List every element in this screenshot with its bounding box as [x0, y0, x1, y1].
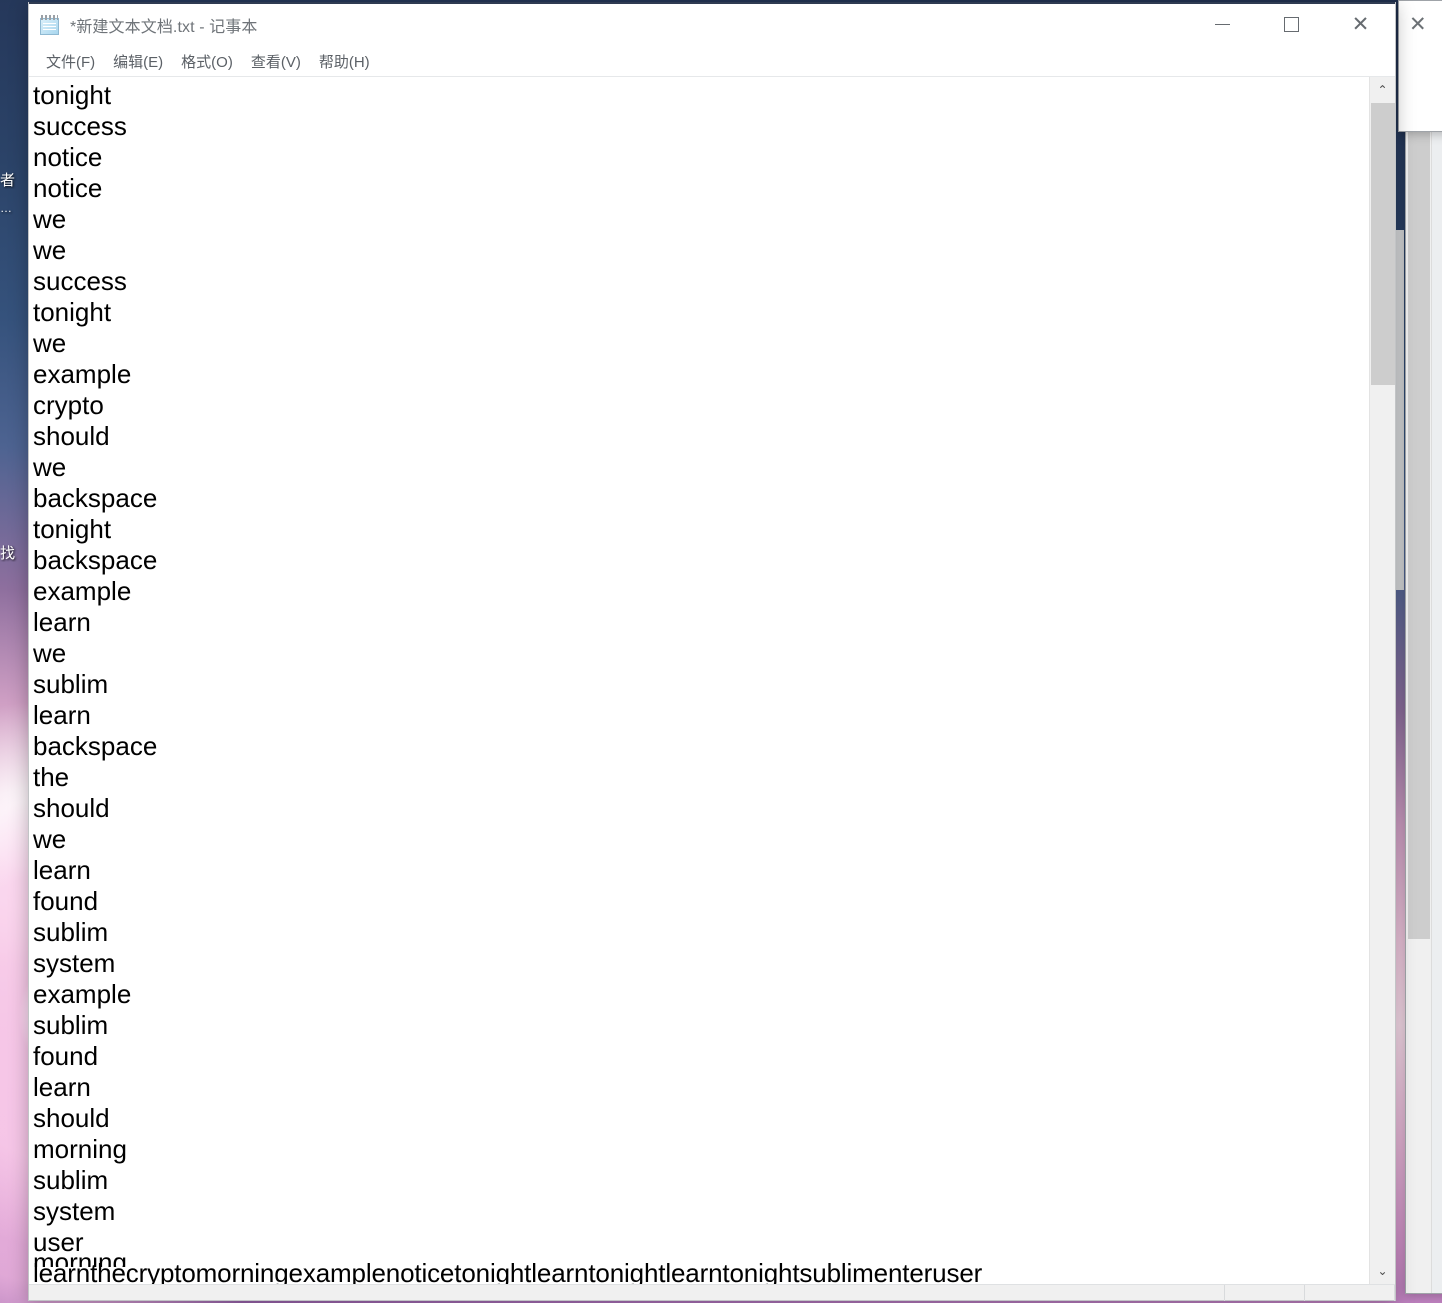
text-line: system: [33, 948, 116, 978]
status-cell-zoom: [1225, 1284, 1305, 1301]
text-line: crypto: [33, 390, 104, 420]
minimize-button[interactable]: [1188, 2, 1257, 47]
notepad-icon: [39, 14, 61, 36]
text-line: we: [33, 452, 67, 482]
background-window-near[interactable]: ✕ ⌃: [1405, 36, 1442, 1294]
text-line: should: [33, 1103, 110, 1133]
desktop-icon-label-2[interactable]: …: [0, 202, 22, 216]
text-line: morning: [33, 1134, 127, 1164]
titlebar-accent-line: [29, 2, 1395, 4]
editor-area: tonight success notice notice we we success ton…: [29, 77, 1395, 1284]
text-line: learn: [33, 607, 91, 637]
minimize-icon: [1215, 24, 1230, 25]
text-line: notice: [33, 142, 103, 172]
menu-item-file[interactable]: 文件(F): [37, 49, 104, 74]
text-line: tonight: [33, 297, 112, 327]
text-line: backspace: [33, 545, 158, 575]
status-bar: [29, 1284, 1395, 1301]
window-title: *新建文本文档.txt - 记事本: [70, 18, 258, 36]
scrollbar-thumb[interactable]: [1371, 103, 1395, 385]
text-line: tonight: [33, 80, 112, 110]
text-line: sublim: [33, 1165, 109, 1195]
text-line: we: [33, 204, 67, 234]
maximize-button[interactable]: [1257, 2, 1326, 47]
text-line: tonight: [33, 514, 112, 544]
scrollbar-thumb[interactable]: [1408, 119, 1430, 939]
close-icon: ✕: [1351, 12, 1370, 36]
text-line: backspace: [33, 731, 158, 761]
menu-item-edit[interactable]: 编辑(E): [104, 49, 172, 74]
text-line: success: [33, 111, 127, 141]
text-line: learn: [33, 700, 91, 730]
caption-buttons: ✕: [1188, 2, 1395, 47]
text-line: we: [33, 328, 67, 358]
scroll-down-arrow-icon[interactable]: ⌄: [1370, 1258, 1395, 1284]
text-line: success: [33, 266, 127, 296]
text-line: should: [33, 793, 110, 823]
titlebar[interactable]: *新建文本文档.txt - 记事本 ✕: [29, 2, 1395, 47]
menu-item-view[interactable]: 查看(V): [242, 49, 310, 74]
menu-item-help[interactable]: 帮助(H): [310, 49, 379, 74]
text-line: sublim: [33, 669, 109, 699]
background-window-near-scrollbar[interactable]: ⌃: [1406, 87, 1432, 1293]
text-line: sublim: [33, 917, 109, 947]
background-window-sliver: [1396, 230, 1404, 590]
text-line: the: [33, 762, 70, 792]
text-line: found: [33, 1041, 99, 1071]
text-line: example: [33, 576, 132, 606]
background-window-far[interactable]: ✕: [1398, 0, 1442, 132]
text-line: system: [33, 1196, 116, 1226]
text-line: user: [33, 1227, 84, 1257]
background-window-near-body: [1432, 87, 1442, 1293]
background-window-far-titlebar[interactable]: ✕: [1399, 1, 1442, 47]
text-editor[interactable]: tonight success notice notice we we success ton…: [29, 77, 1369, 1284]
desktop-icon-label-3[interactable]: 找: [0, 545, 22, 562]
text-line: learn: [33, 855, 91, 885]
close-button[interactable]: ✕: [1326, 2, 1395, 47]
vertical-scrollbar[interactable]: ⌃ ⌄: [1369, 77, 1395, 1284]
status-cell-encoding: [1305, 1284, 1395, 1301]
text-line: notice: [33, 173, 103, 203]
text-line: sublim: [33, 1010, 109, 1040]
scroll-up-arrow-icon[interactable]: ⌃: [1370, 77, 1395, 103]
text-line: learn: [33, 1072, 91, 1102]
text-line: found: [33, 886, 99, 916]
close-icon[interactable]: ✕: [1409, 13, 1431, 35]
maximize-icon: [1284, 17, 1299, 32]
text-line: should: [33, 421, 110, 451]
status-cell-position: [1065, 1284, 1225, 1301]
text-line: we: [33, 235, 67, 265]
text-line: we: [33, 638, 67, 668]
desktop-icon-column: 者 … 找: [0, 0, 26, 1303]
scrollbar-track[interactable]: [1370, 103, 1395, 1258]
notepad-window: *新建文本文档.txt - 记事本 ✕ 文件(F) 编辑(E) 格式(O) 查看…: [28, 2, 1396, 1301]
menu-bar: 文件(F) 编辑(E) 格式(O) 查看(V) 帮助(H): [29, 47, 1395, 77]
desktop-icon-label-1[interactable]: 者: [0, 172, 22, 189]
text-line: learnthecryptomorningexamplenoticetonigh…: [33, 1258, 983, 1284]
menu-item-format[interactable]: 格式(O): [172, 49, 242, 74]
text-line: backspace: [33, 483, 158, 513]
text-line: we: [33, 824, 67, 854]
clipped-text-line: morning: [33, 1257, 127, 1267]
text-line: example: [33, 979, 132, 1009]
text-line: example: [33, 359, 132, 389]
